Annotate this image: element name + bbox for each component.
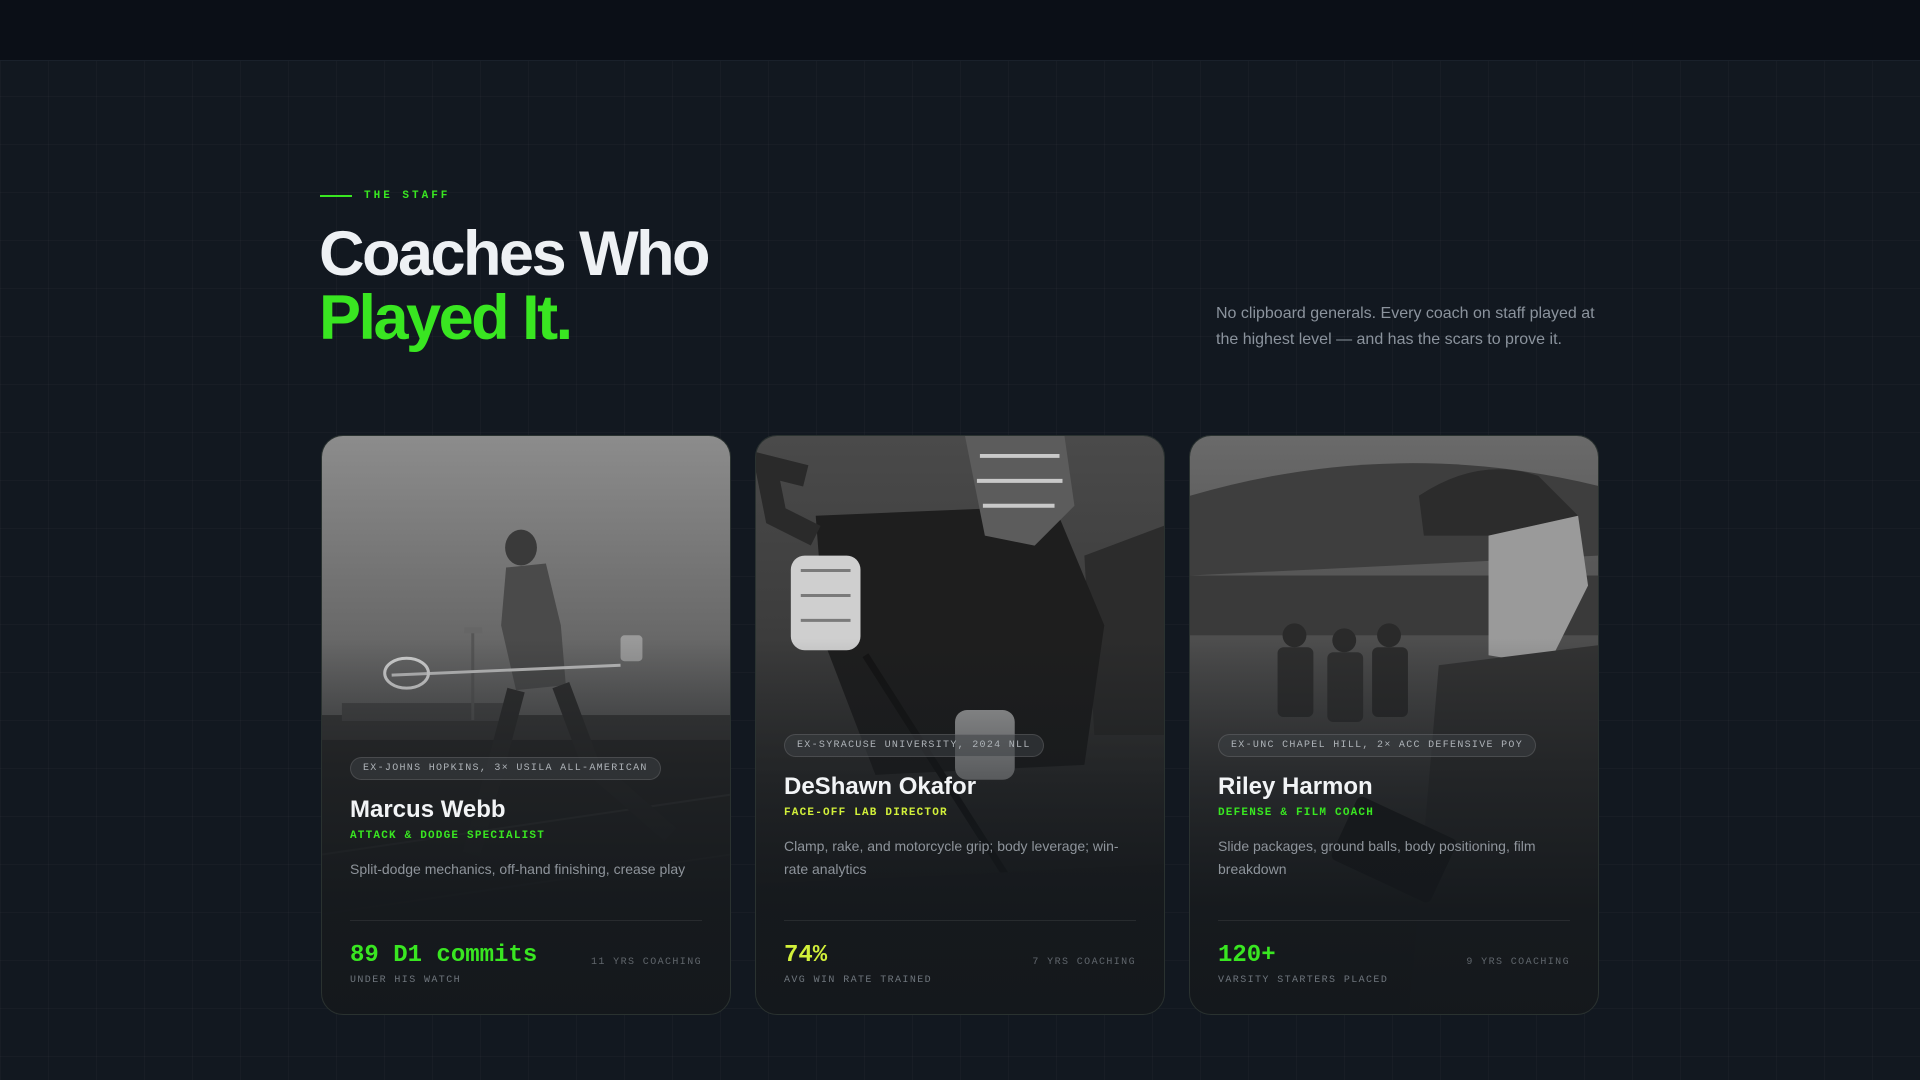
coach-card-list: EX-JOHNS HOPKINS, 3× USILA ALL-AMERICAN … [321,435,1599,1015]
years-coaching: 7 YRS COACHING [1032,957,1136,968]
coach-description: Clamp, rake, and motorcycle grip; body l… [784,838,1119,877]
credential-badge: EX-JOHNS HOPKINS, 3× USILA ALL-AMERICAN [350,757,661,780]
coach-name: DeShawn Okafor [784,773,977,800]
coach-card-deshawn-okafor[interactable]: EX-SYRACUSE UNIVERSITY, 2024 NLL DeShawn… [755,435,1165,1015]
coach-name: Marcus Webb [350,796,506,823]
years-coaching: 9 YRS COACHING [1466,957,1570,968]
section-title: Coaches Who Played It. [319,219,711,353]
coach-info: EX-JOHNS HOPKINS, 3× USILA ALL-AMERICAN … [350,757,702,881]
credential-badge: EX-SYRACUSE UNIVERSITY, 2024 NLL [784,734,1044,757]
section-eyebrow: THE STAFF [320,190,450,202]
eyebrow-rule [320,195,352,197]
coach-role: FACE-OFF LAB DIRECTOR [784,807,948,819]
coach-stats: 74% AVG WIN RATE TRAINED 7 YRS COACHING [784,920,1136,986]
coach-role: ATTACK & DODGE SPECIALIST [350,830,546,842]
coach-description: Slide packages, ground balls, body posit… [1218,838,1536,877]
section-title-line1: Coaches Who [319,219,711,289]
section-intro: No clipboard generals. Every coach on st… [1216,305,1595,348]
coach-card-riley-harmon[interactable]: EX-UNC CHAPEL HILL, 2× ACC DEFENSIVE POY… [1189,435,1599,1015]
coach-info: EX-SYRACUSE UNIVERSITY, 2024 NLL DeShawn… [784,734,1136,881]
stat-label: VARSITY STARTERS PLACED [1218,975,1389,986]
section-title-line2: Played It. [319,283,573,353]
top-nav-bar [0,0,1920,61]
stat-value: 74% [784,942,828,969]
credential-badge: EX-UNC CHAPEL HILL, 2× ACC DEFENSIVE POY [1218,734,1537,757]
years-coaching: 11 YRS COACHING [590,957,702,968]
coach-stats: 89 D1 commits UNDER HIS WATCH 11 YRS COA… [350,920,702,986]
coach-description: Split-dodge mechanics, off-hand finishin… [350,861,686,877]
stat-value: 120+ [1218,942,1276,969]
stat-value: 89 D1 commits [350,942,538,969]
stat-label: AVG WIN RATE TRAINED [784,975,933,986]
coach-info: EX-UNC CHAPEL HILL, 2× ACC DEFENSIVE POY… [1218,734,1570,881]
coach-stats: 120+ VARSITY STARTERS PLACED 9 YRS COACH… [1218,920,1570,986]
eyebrow-label: THE STAFF [364,190,451,202]
coach-card-marcus-webb[interactable]: EX-JOHNS HOPKINS, 3× USILA ALL-AMERICAN … [321,435,731,1015]
stat-label: UNDER HIS WATCH [350,975,462,986]
coach-name: Riley Harmon [1218,773,1373,800]
coach-role: DEFENSE & FILM COACH [1218,807,1375,819]
